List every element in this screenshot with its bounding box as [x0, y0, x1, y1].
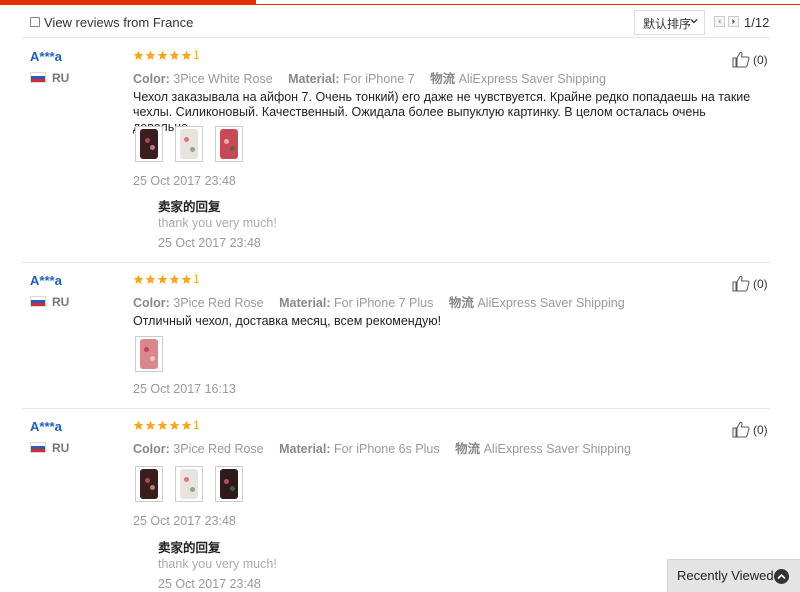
review-date: 25 Oct 2017 23:48	[133, 514, 236, 528]
prop-key-shipping: 物流	[455, 442, 481, 456]
prop-key-color: Color:	[133, 296, 170, 310]
reviewer-name[interactable]: A***a	[30, 419, 62, 434]
star-rating-tail: 1	[193, 48, 200, 62]
review-properties: Color: 3Pice White Rose Material: For iP…	[133, 68, 618, 87]
star-icon	[169, 50, 180, 61]
star-icon	[181, 50, 192, 61]
chevron-left-icon	[718, 19, 721, 24]
prop-key-material: Material:	[279, 296, 331, 310]
recently-viewed-label: Recently Viewed	[677, 568, 774, 583]
star-rating: 1	[133, 272, 200, 287]
review-photo-thumbnail[interactable]	[175, 126, 203, 162]
prop-key-material: Material:	[288, 72, 340, 86]
star-icon	[133, 274, 144, 285]
prop-value-color: 3Pice Red Rose	[173, 296, 264, 310]
star-icon	[169, 420, 180, 431]
helpful-count: (0)	[753, 423, 768, 437]
reviewer-country: RU	[52, 441, 70, 455]
prop-value-material: For iPhone 6s Plus	[334, 442, 440, 456]
star-icon	[133, 50, 144, 61]
star-rating: 1	[133, 48, 200, 63]
star-icon	[157, 274, 168, 285]
prop-key-shipping: 物流	[448, 296, 474, 310]
france-filter-checkbox[interactable]	[30, 17, 40, 27]
review-photo-thumbnail[interactable]	[135, 126, 163, 162]
prop-key-color: Color:	[133, 72, 170, 86]
prop-value-color: 3Pice Red Rose	[173, 442, 264, 456]
review-properties: Color: 3Pice Red Rose Material: For iPho…	[133, 438, 643, 457]
review-photo-thumbnail[interactable]	[135, 336, 163, 372]
chevron-down-icon	[690, 16, 698, 26]
reviewer-name[interactable]: A***a	[30, 273, 62, 288]
russia-flag-icon	[30, 296, 46, 307]
star-rating-tail: 1	[193, 418, 200, 432]
star-rating-tail: 1	[193, 272, 200, 286]
seller-reply-date: 25 Oct 2017 23:48	[158, 236, 261, 250]
star-icon	[145, 420, 156, 431]
russia-flag-icon	[30, 442, 46, 453]
helpful-count: (0)	[753, 53, 768, 67]
filter-bar: View reviews from France 默认排序 1/12	[22, 8, 770, 38]
prop-value-material: For iPhone 7 Plus	[334, 296, 434, 310]
prop-key-shipping: 物流	[430, 72, 456, 86]
review-item: A***a RU 1 Color: 3Pice White Rose Mater…	[22, 39, 770, 263]
thumbs-up-icon	[732, 275, 750, 292]
seller-reply-text: thank you very much!	[158, 216, 277, 230]
prop-key-color: Color:	[133, 442, 170, 456]
prop-value-shipping: AliExpress Saver Shipping	[477, 296, 625, 310]
thumbs-up-icon	[732, 51, 750, 68]
sort-selected-value: 默认排序	[643, 17, 692, 31]
star-icon	[181, 420, 192, 431]
chevron-right-icon	[732, 19, 735, 24]
sort-dropdown[interactable]: 默认排序	[634, 10, 705, 35]
prop-value-color: 3Pice White Rose	[173, 72, 273, 86]
star-icon	[157, 420, 168, 431]
reviewer-country: RU	[52, 295, 70, 309]
prop-key-material: Material:	[279, 442, 331, 456]
chevron-up-icon[interactable]	[774, 569, 789, 584]
reviewer-name[interactable]: A***a	[30, 49, 62, 64]
recently-viewed-bar[interactable]: Recently Viewed	[667, 559, 800, 592]
pager-count: 1/12	[744, 15, 770, 30]
star-rating: 1	[133, 418, 200, 433]
star-icon	[145, 50, 156, 61]
thumbs-up-icon	[732, 421, 750, 438]
pager-prev-button[interactable]	[714, 16, 725, 27]
review-item: A***a RU 1 Color: 3Pice Red Rose Materia…	[22, 409, 770, 592]
star-icon	[181, 274, 192, 285]
star-icon	[133, 420, 144, 431]
seller-reply-text: thank you very much!	[158, 557, 277, 571]
review-date: 25 Oct 2017 23:48	[133, 174, 236, 188]
review-photo-thumbnail[interactable]	[175, 466, 203, 502]
review-photo-thumbnail[interactable]	[215, 466, 243, 502]
star-icon	[157, 50, 168, 61]
active-tab-indicator	[0, 0, 256, 5]
prop-value-shipping: AliExpress Saver Shipping	[483, 442, 631, 456]
prop-value-shipping: AliExpress Saver Shipping	[458, 72, 606, 86]
star-icon	[169, 274, 180, 285]
review-item: A***a RU 1 Color: 3Pice Red Rose Materia…	[22, 263, 770, 409]
seller-reply-title: 卖家的回复	[158, 541, 221, 555]
review-text: Отличный чехол, доставка месяц, всем рек…	[133, 314, 442, 328]
review-photo-thumbnail[interactable]	[135, 466, 163, 502]
top-accent-line	[0, 0, 800, 5]
france-filter-label[interactable]: View reviews from France	[44, 15, 193, 30]
reviewer-country: RU	[52, 71, 70, 85]
russia-flag-icon	[30, 72, 46, 83]
helpful-count: (0)	[753, 277, 768, 291]
prop-value-material: For iPhone 7	[343, 72, 415, 86]
seller-reply-date: 25 Oct 2017 23:48	[158, 577, 261, 591]
star-icon	[145, 274, 156, 285]
review-date: 25 Oct 2017 16:13	[133, 382, 236, 396]
review-properties: Color: 3Pice Red Rose Material: For iPho…	[133, 292, 637, 311]
pager-next-button[interactable]	[728, 16, 739, 27]
seller-reply-title: 卖家的回复	[158, 200, 221, 214]
review-photo-thumbnail[interactable]	[215, 126, 243, 162]
